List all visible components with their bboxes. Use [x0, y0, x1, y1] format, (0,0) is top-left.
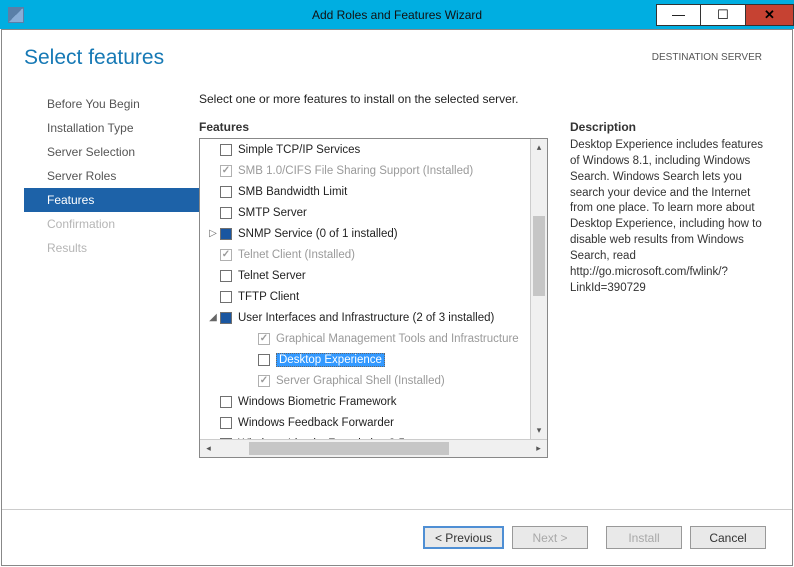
feature-row[interactable]: Simple TCP/IP Services [200, 139, 530, 160]
wizard-nav: Before You BeginInstallation TypeServer … [24, 92, 199, 509]
feature-label: SMB 1.0/CIFS File Sharing Support (Insta… [238, 165, 473, 177]
feature-row[interactable]: Desktop Experience [200, 349, 530, 370]
feature-row[interactable]: Windows Feedback Forwarder [200, 412, 530, 433]
feature-label: SMB Bandwidth Limit [238, 186, 347, 198]
feature-label: Telnet Server [238, 270, 306, 282]
feature-row[interactable]: TFTP Client [200, 286, 530, 307]
feature-row[interactable]: Windows Biometric Framework [200, 391, 530, 412]
nav-item-confirmation: Confirmation [24, 212, 199, 236]
feature-checkbox [258, 333, 270, 345]
feature-row[interactable]: ▷ SNMP Service (0 of 1 installed) [200, 223, 530, 244]
window-title: Add Roles and Features Wizard [312, 8, 482, 22]
cancel-button[interactable]: Cancel [690, 526, 766, 549]
feature-label: Desktop Experience [276, 353, 385, 367]
feature-checkbox[interactable] [220, 228, 232, 240]
feature-row[interactable]: Graphical Management Tools and Infrastru… [200, 328, 530, 349]
maximize-button[interactable]: ☐ [701, 4, 746, 26]
vertical-scrollbar[interactable]: ▴ ▾ [530, 139, 547, 439]
feature-label: Graphical Management Tools and Infrastru… [276, 333, 519, 345]
window-icon [8, 7, 24, 23]
destination-server-label: DESTINATION SERVER [652, 46, 762, 63]
feature-checkbox[interactable] [220, 312, 232, 324]
feature-label: Telnet Client (Installed) [238, 249, 355, 261]
scroll-up-icon[interactable]: ▴ [531, 139, 547, 156]
feature-label: Simple TCP/IP Services [238, 144, 360, 156]
nav-item-features[interactable]: Features [24, 188, 199, 212]
expander-icon[interactable]: ◢ [206, 312, 220, 323]
horizontal-scrollbar[interactable]: ◂ ▸ [200, 439, 547, 457]
feature-checkbox [220, 249, 232, 261]
feature-checkbox[interactable] [220, 186, 232, 198]
nav-item-installation-type[interactable]: Installation Type [24, 116, 199, 140]
nav-item-server-roles[interactable]: Server Roles [24, 164, 199, 188]
feature-row[interactable]: Server Graphical Shell (Installed) [200, 370, 530, 391]
install-button[interactable]: Install [606, 526, 682, 549]
nav-item-results: Results [24, 236, 199, 260]
scroll-left-icon[interactable]: ◂ [200, 440, 217, 457]
feature-row[interactable]: ◢ User Interfaces and Infrastructure (2 o… [200, 307, 530, 328]
feature-label: User Interfaces and Infrastructure (2 of… [238, 312, 494, 324]
feature-checkbox[interactable] [220, 270, 232, 282]
feature-checkbox [220, 165, 232, 177]
feature-checkbox[interactable] [220, 396, 232, 408]
page-title: Select features [24, 46, 164, 70]
close-button[interactable]: ✕ [746, 4, 794, 26]
feature-checkbox[interactable] [220, 291, 232, 303]
instruction-text: Select one or more features to install o… [199, 92, 770, 106]
next-button[interactable]: Next > [512, 526, 588, 549]
scroll-down-icon[interactable]: ▾ [531, 422, 547, 439]
feature-row[interactable]: SMB 1.0/CIFS File Sharing Support (Insta… [200, 160, 530, 181]
titlebar[interactable]: Add Roles and Features Wizard — ☐ ✕ [0, 0, 794, 29]
feature-checkbox[interactable] [220, 144, 232, 156]
expander-icon[interactable]: ▷ [206, 228, 220, 239]
feature-row[interactable]: Telnet Client (Installed) [200, 244, 530, 265]
features-label: Features [199, 120, 548, 134]
hscroll-thumb[interactable] [249, 442, 449, 455]
features-listbox[interactable]: Simple TCP/IP Services SMB 1.0/CIFS File … [199, 138, 548, 458]
description-label: Description [570, 120, 770, 134]
feature-checkbox [258, 375, 270, 387]
minimize-button[interactable]: — [656, 4, 701, 26]
nav-item-server-selection[interactable]: Server Selection [24, 140, 199, 164]
nav-item-before-you-begin[interactable]: Before You Begin [24, 92, 199, 116]
scroll-right-icon[interactable]: ▸ [530, 440, 547, 457]
previous-button[interactable]: < Previous [423, 526, 504, 549]
feature-checkbox[interactable] [220, 207, 232, 219]
feature-label: Windows Biometric Framework [238, 396, 396, 408]
description-text: Desktop Experience includes features of … [570, 138, 770, 297]
feature-row[interactable]: Telnet Server [200, 265, 530, 286]
scroll-thumb[interactable] [533, 216, 545, 296]
feature-label: SMTP Server [238, 207, 307, 219]
feature-row[interactable]: SMTP Server [200, 202, 530, 223]
feature-label: Server Graphical Shell (Installed) [276, 375, 445, 387]
feature-label: SNMP Service (0 of 1 installed) [238, 228, 398, 240]
feature-label: Windows Feedback Forwarder [238, 417, 394, 429]
feature-checkbox[interactable] [220, 417, 232, 429]
feature-row[interactable]: SMB Bandwidth Limit [200, 181, 530, 202]
wizard-footer: < Previous Next > Install Cancel [2, 509, 792, 565]
feature-label: TFTP Client [238, 291, 299, 303]
feature-checkbox[interactable] [258, 354, 270, 366]
